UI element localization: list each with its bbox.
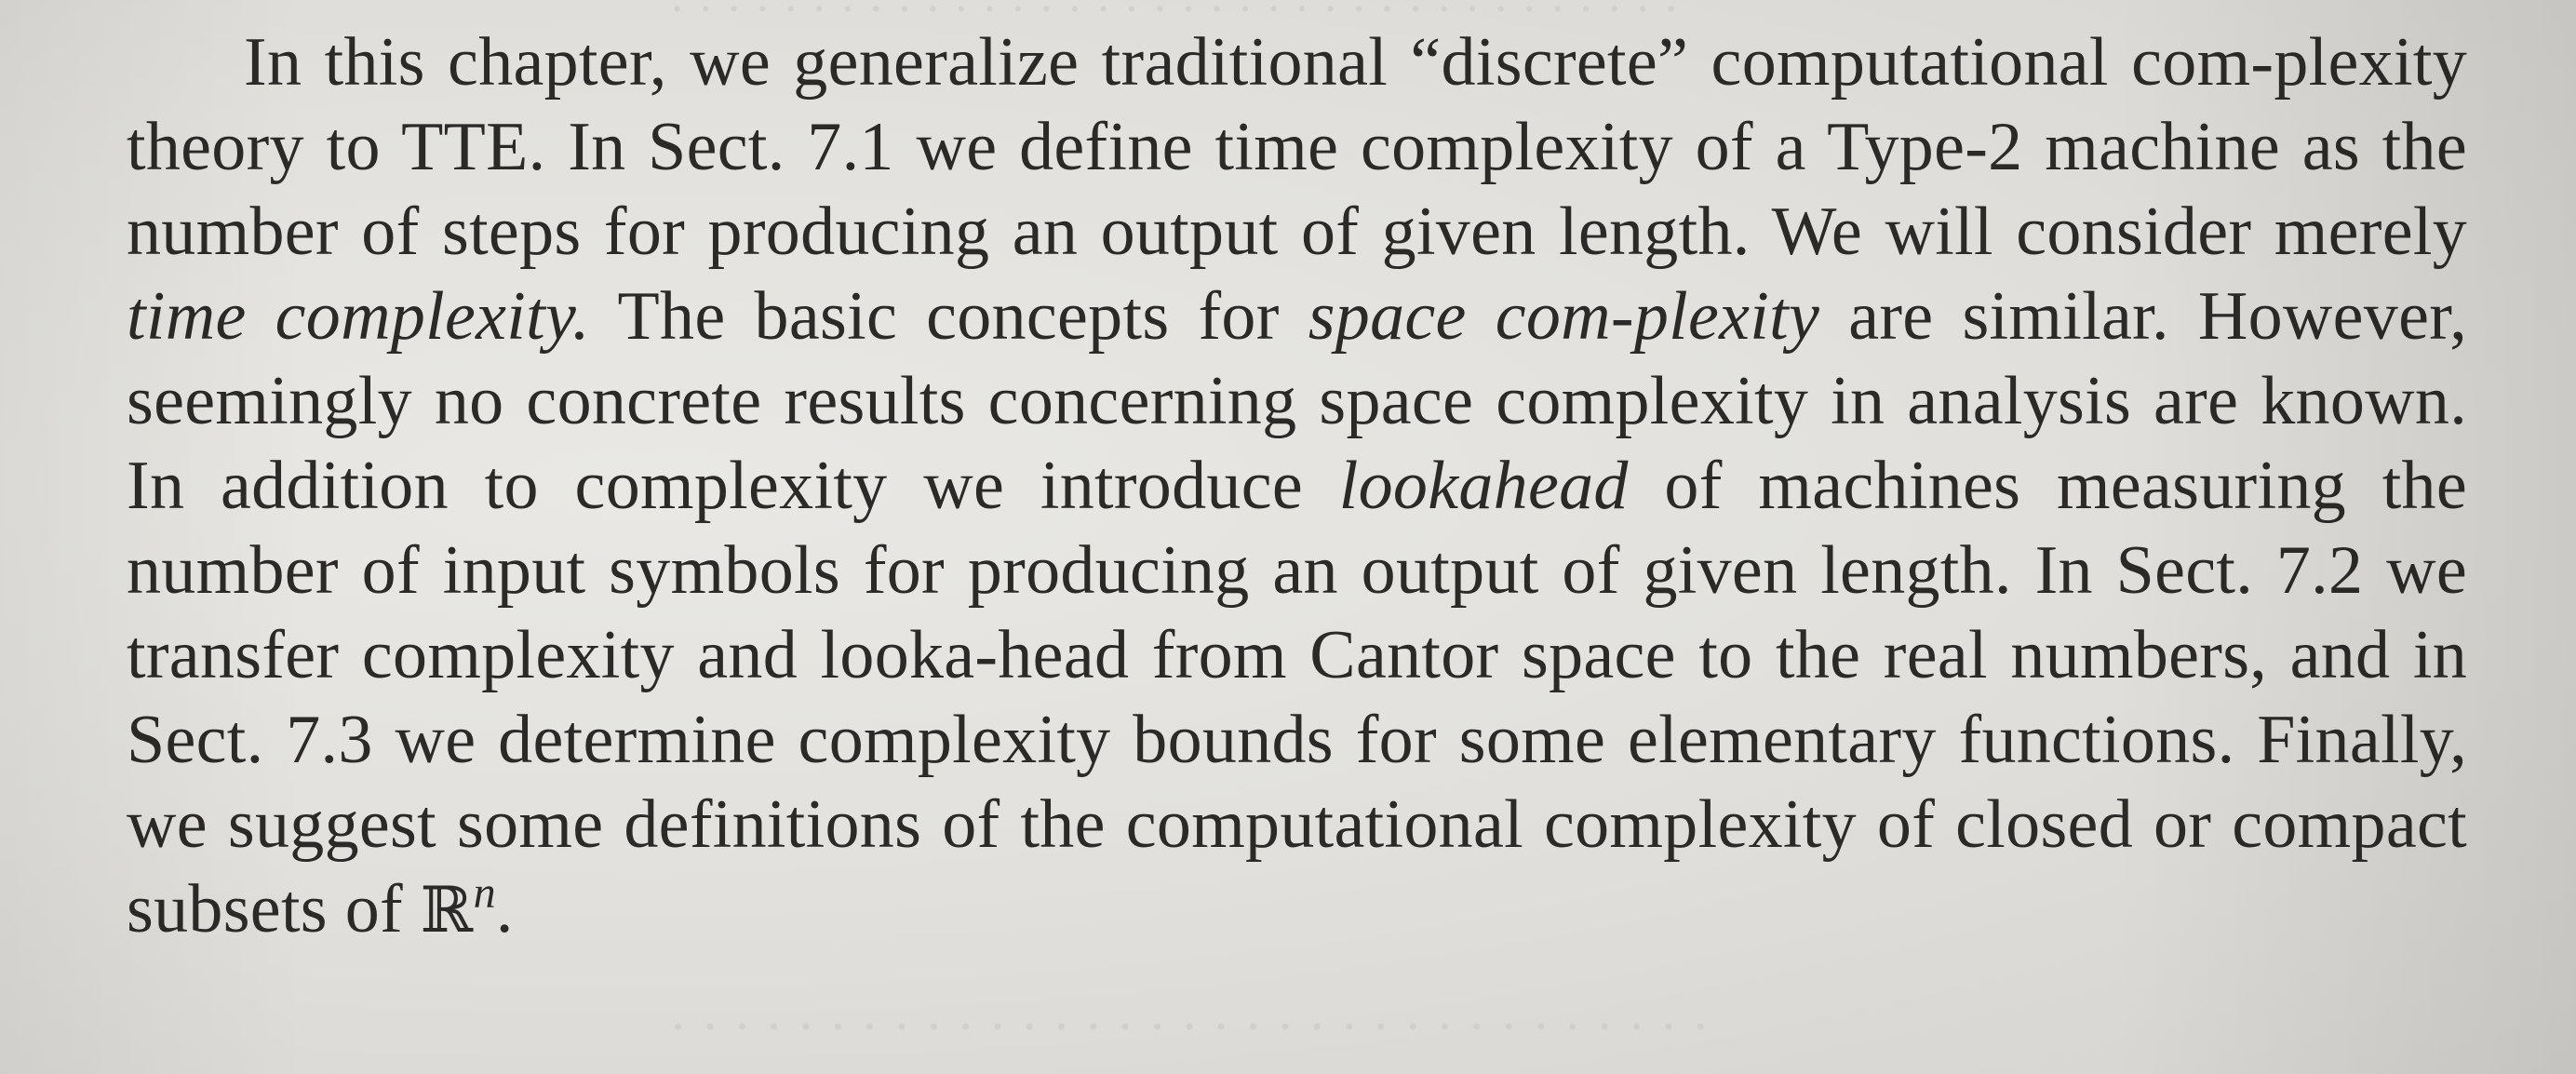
intro-paragraph: In this chapter, we generalize tradition… bbox=[127, 20, 2467, 953]
math-r-symbol: ℝ bbox=[420, 874, 474, 947]
math-exponent-n: n bbox=[473, 868, 496, 918]
sentence-part-1: In this chapter, we generalize tradition… bbox=[127, 24, 2467, 270]
math-rn: ℝn bbox=[420, 871, 496, 948]
chapter-intro: In this chapter, we generalize tradition… bbox=[127, 20, 2467, 953]
term-time-complexity: time complexity. bbox=[127, 278, 590, 355]
term-lookahead: lookahead bbox=[1338, 448, 1629, 524]
final-period: . bbox=[495, 871, 514, 947]
term-space-complexity: space com-plexity bbox=[1308, 278, 1820, 355]
book-page: · · · · · · · · · · · · · · · · · · · · … bbox=[0, 0, 2576, 1074]
show-through-bottom: · · · · · · · · · · · · · · · · · · · · … bbox=[670, 998, 1709, 1056]
sentence-part-2: The basic concepts for bbox=[589, 278, 1308, 355]
